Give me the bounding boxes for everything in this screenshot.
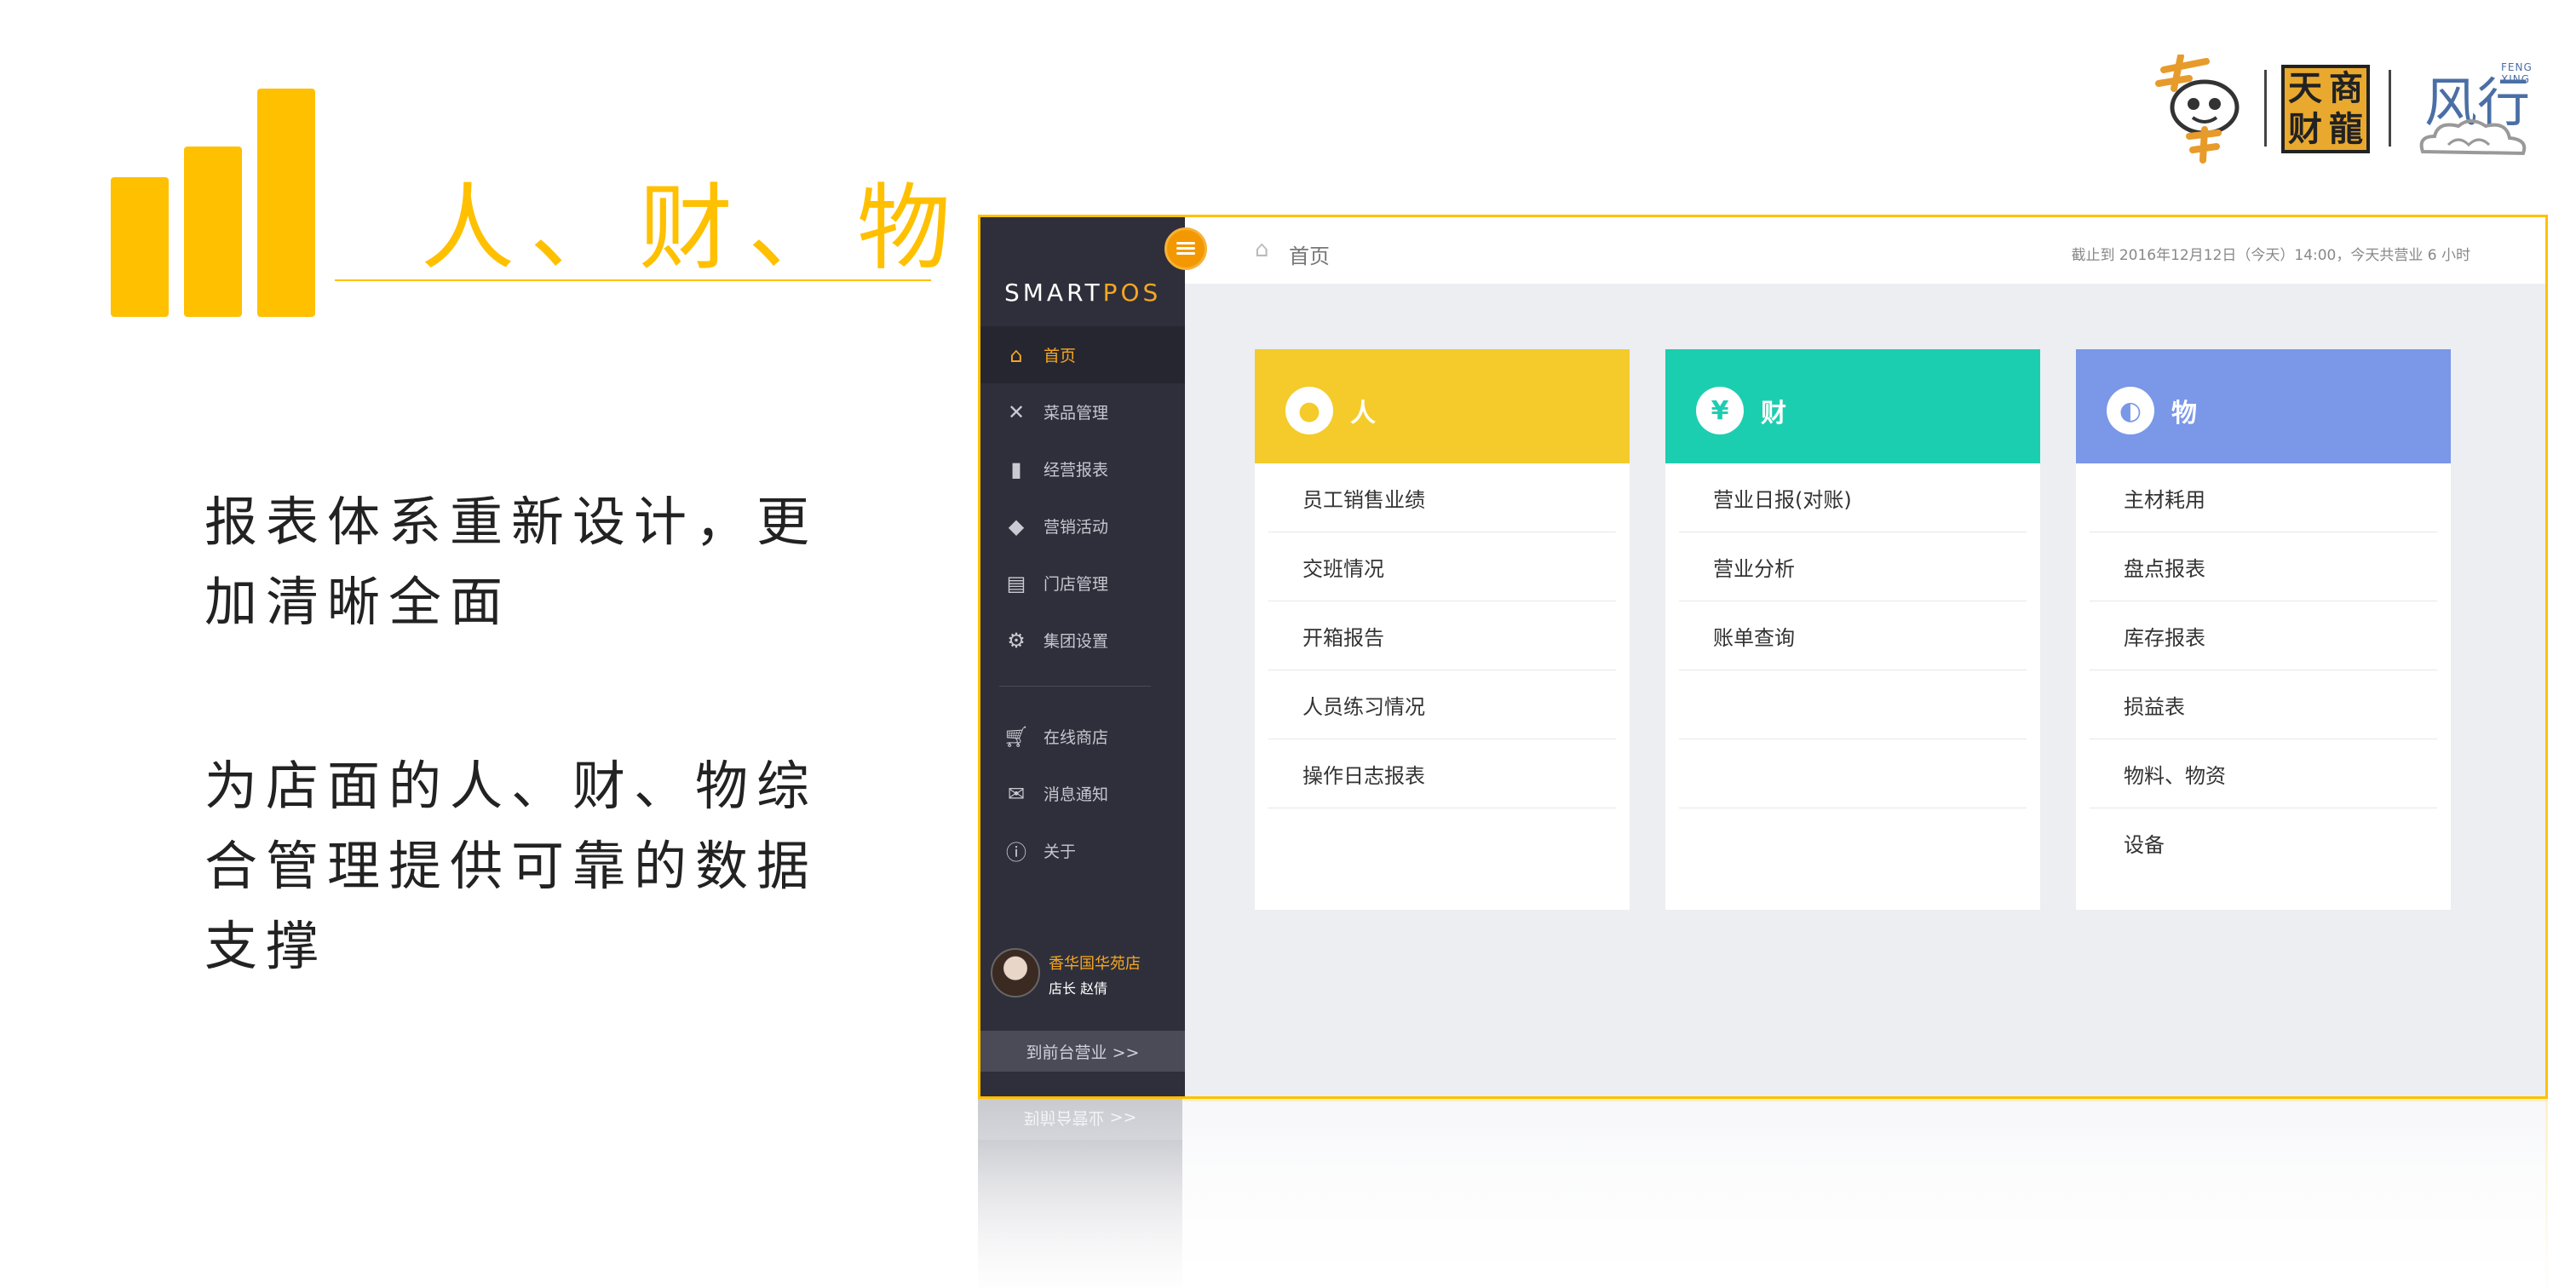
brand-suffix: POS — [1102, 279, 1162, 307]
title-underline — [335, 279, 931, 281]
sidebar-item-label: 消息通知 — [1044, 785, 1109, 804]
logo-char: 天 — [2288, 69, 2322, 108]
info-icon: ⓘ — [1006, 841, 1026, 865]
fengxing-logo: 风行 FENG XING — [2407, 55, 2535, 160]
fork-knife-icon: ✕ — [1007, 400, 1026, 424]
empty-row — [1679, 670, 2027, 739]
report-link[interactable]: 账单查询 — [1679, 601, 2027, 670]
bar-chart-icon: ▮ — [1010, 457, 1022, 481]
report-list: 营业日报(对账) 营业分析 账单查询 — [1665, 463, 2040, 808]
sidebar-nav: ⌂ 首页 ✕ 菜品管理 ▮ 经营报表 ◆ 营销活动 ▤ 门店管理 ⚙ 集团设置 — [980, 326, 1185, 879]
logo-divider — [2264, 70, 2267, 147]
card-title: 物 — [2171, 399, 2197, 428]
sidebar-item-home[interactable]: ⌂ 首页 — [980, 326, 1185, 383]
brand-logo: SMARTPOS — [1004, 279, 1161, 307]
person-icon: ● — [1285, 387, 1333, 434]
sidebar-item-dishes[interactable]: ✕ 菜品管理 — [980, 383, 1185, 440]
report-link[interactable]: 营业日报(对账) — [1679, 463, 2027, 532]
report-link[interactable]: 交班情况 — [1268, 532, 1616, 601]
logo-char: 财 — [2288, 110, 2322, 149]
sidebar-item-online-store[interactable]: 🛒︎ 在线商店 — [980, 708, 1185, 765]
card-finance: ¥ 财 营业日报(对账) 营业分析 账单查询 — [1665, 349, 2040, 910]
report-link[interactable]: 库存报表 — [2090, 601, 2437, 670]
partner-logos: 天 商 财 龍 风行 FENG XING — [2155, 55, 2539, 165]
cloud-icon — [2419, 119, 2527, 156]
business-hours-status: 截止到 2016年12月12日（今天）14:00，今天共营业 6 小时 — [2071, 247, 2470, 264]
sidebar-item-marketing[interactable]: ◆ 营销活动 — [980, 497, 1185, 555]
shop-name: 香华国华苑店 — [1049, 955, 1141, 973]
sidebar: SMARTPOS ⌂ 首页 ✕ 菜品管理 ▮ 经营报表 ◆ 营销活动 ▤ 门店管… — [980, 217, 1185, 1096]
avatar — [991, 948, 1040, 998]
brand-prefix: SMART — [1004, 279, 1103, 307]
breadcrumb[interactable]: 首页 — [1289, 239, 1330, 269]
cart-icon: 🛒︎ — [1003, 724, 1030, 749]
sidebar-item-store[interactable]: ▤ 门店管理 — [980, 555, 1185, 612]
user-profile[interactable]: 香华国华苑店 店长 赵倩 — [991, 948, 1178, 1003]
report-link[interactable]: 营业分析 — [1679, 532, 2027, 601]
report-link[interactable]: 损益表 — [2090, 670, 2437, 739]
logo-char: 商 — [2329, 69, 2363, 108]
breadcrumb-home-icon[interactable]: ⌂ — [1255, 239, 1279, 261]
go-to-front-button[interactable]: 到前台营业 >> — [980, 1031, 1185, 1072]
sidebar-item-label: 集团设置 — [1044, 632, 1109, 651]
menu-toggle-button[interactable] — [1164, 227, 1207, 270]
pos-app-window: SMARTPOS ⌂ 首页 ✕ 菜品管理 ▮ 经营报表 ◆ 营销活动 ▤ 门店管… — [978, 215, 2548, 1099]
reflection-fade — [978, 1099, 2548, 1288]
card-header: ◐ 物 — [2076, 349, 2451, 463]
fengxing-logo-subtext: FENG XING — [2501, 61, 2533, 85]
tag-icon: ◆ — [1008, 514, 1025, 538]
card-people: ● 人 员工销售业绩 交班情况 开箱报告 人员练习情况 操作日志报表 — [1255, 349, 1630, 910]
hamburger-icon — [1176, 242, 1195, 256]
sidebar-divider — [999, 686, 1151, 687]
decor-bar-medium — [184, 147, 242, 317]
report-link[interactable]: 主材耗用 — [2090, 463, 2437, 532]
report-link[interactable]: 物料、物资 — [2090, 739, 2437, 808]
gear-icon: ⚙ — [1007, 628, 1026, 653]
report-link[interactable]: 开箱报告 — [1268, 601, 1616, 670]
goods-icon: ◐ — [2107, 387, 2154, 434]
decor-bar-short — [111, 177, 169, 317]
logo-char: 龍 — [2329, 110, 2363, 149]
slide-description-2: 为店面的人、财、物综合管理提供可靠的数据支撑 — [204, 755, 819, 977]
store-icon: ▤ — [1006, 571, 1026, 595]
sidebar-item-reports[interactable]: ▮ 经营报表 — [980, 440, 1185, 497]
decor-bar-tall — [257, 89, 315, 317]
sidebar-item-label: 门店管理 — [1044, 575, 1109, 594]
report-link[interactable]: 员工销售业绩 — [1268, 463, 1616, 532]
home-icon: ⌂ — [1009, 342, 1023, 367]
sidebar-item-label: 营销活动 — [1044, 518, 1109, 537]
kanxue-logo-icon — [2155, 55, 2240, 164]
logo-divider — [2389, 70, 2391, 147]
window-reflection: 到前台营业 >> — [978, 1099, 2548, 1288]
sidebar-item-label: 在线商店 — [1044, 728, 1109, 747]
sidebar-item-messages[interactable]: ✉ 消息通知 — [980, 765, 1185, 822]
sidebar-item-group-settings[interactable]: ⚙ 集团设置 — [980, 612, 1185, 669]
card-goods: ◐ 物 主材耗用 盘点报表 库存报表 损益表 物料、物资 设备 — [2076, 349, 2451, 910]
sidebar-item-label: 首页 — [1044, 347, 1077, 365]
slide-title: 人、财、物 — [421, 174, 966, 283]
report-link[interactable]: 盘点报表 — [2090, 532, 2437, 601]
report-list: 主材耗用 盘点报表 库存报表 损益表 物料、物资 设备 — [2076, 463, 2451, 877]
card-title: 人 — [1350, 399, 1376, 428]
top-bar: ⌂ 首页 截止到 2016年12月12日（今天）14:00，今天共营业 6 小时 — [1185, 217, 2545, 284]
report-list: 员工销售业绩 交班情况 开箱报告 人员练习情况 操作日志报表 — [1255, 463, 1630, 808]
empty-row — [1679, 739, 2027, 808]
sidebar-item-label: 经营报表 — [1044, 461, 1109, 480]
card-title: 财 — [1761, 399, 1786, 428]
sidebar-item-about[interactable]: ⓘ 关于 — [980, 822, 1185, 879]
user-role: 店长 赵倩 — [1049, 980, 1108, 997]
report-link[interactable]: 人员练习情况 — [1268, 670, 1616, 739]
bar-chart-decoration — [111, 89, 315, 317]
tianshang-logo: 天 商 财 龍 — [2281, 65, 2370, 153]
slide-description-1: 报表体系重新设计，更加清晰全面 — [204, 491, 819, 633]
sidebar-item-label: 菜品管理 — [1044, 404, 1109, 423]
report-link[interactable]: 设备 — [2090, 808, 2437, 877]
card-header: ¥ 财 — [1665, 349, 2040, 463]
mail-icon: ✉ — [1007, 781, 1026, 806]
card-header: ● 人 — [1255, 349, 1630, 463]
sidebar-item-label: 关于 — [1044, 842, 1077, 861]
report-link[interactable]: 操作日志报表 — [1268, 739, 1616, 808]
yen-icon: ¥ — [1696, 387, 1744, 434]
